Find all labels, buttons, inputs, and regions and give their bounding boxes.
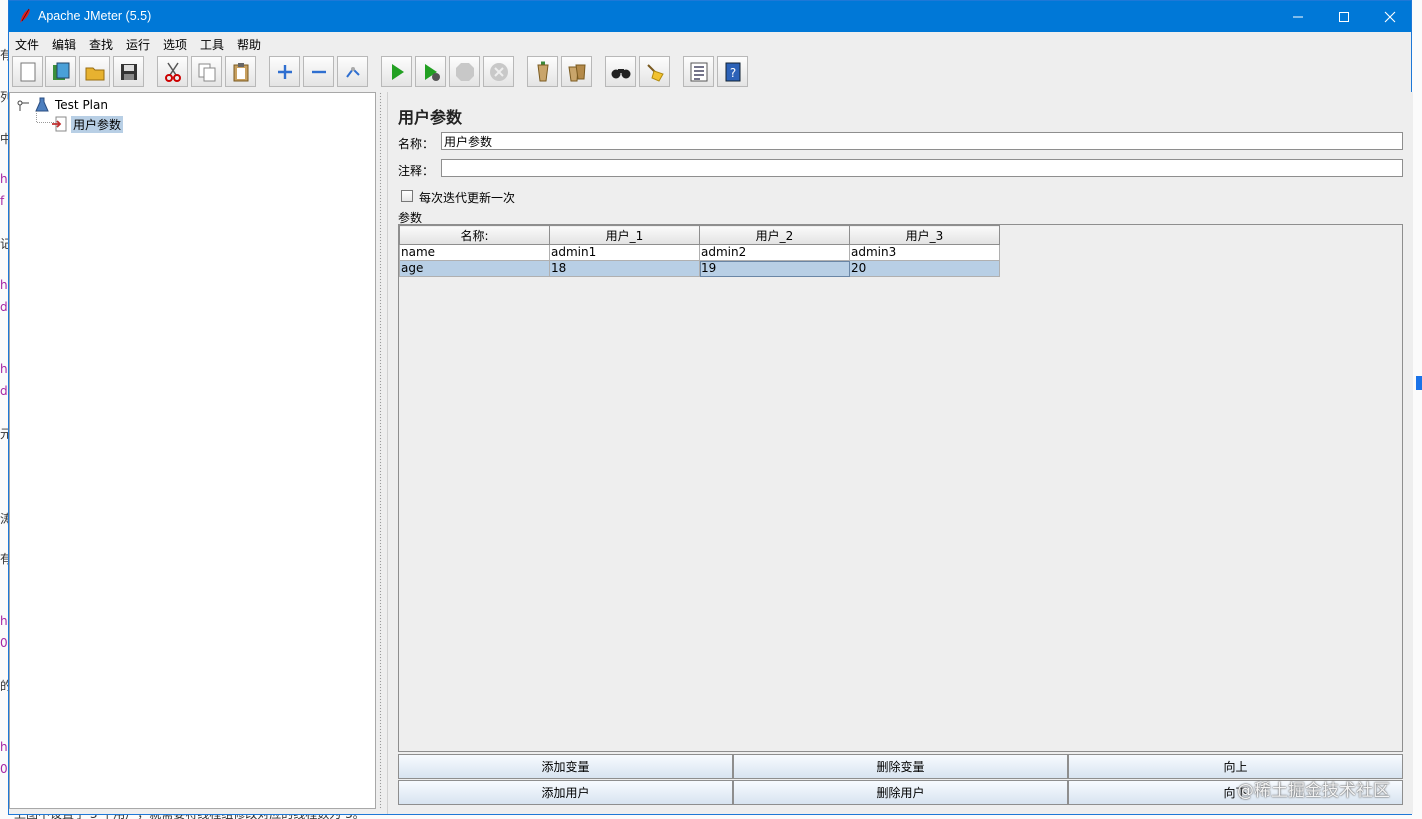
column-header-name[interactable]: 名称: [399, 225, 550, 245]
copy-button[interactable] [191, 56, 222, 87]
menu-tools[interactable]: 工具 [200, 36, 224, 53]
templates-button[interactable] [45, 56, 76, 87]
collapse-icon [311, 70, 326, 73]
parameters-grid: 名称: 用户_1 用户_2 用户_3 name admin1 admin2 ad… [399, 225, 1000, 277]
maximize-icon[interactable] [1321, 1, 1367, 32]
comment-field[interactable] [441, 159, 1403, 177]
tree-label-test-plan: Test Plan [55, 98, 108, 112]
tree-node-test-plan[interactable]: Test Plan [16, 97, 108, 113]
open-button[interactable] [79, 56, 110, 87]
add-variable-button[interactable]: 添加变量 [398, 754, 733, 779]
open-icon [85, 67, 104, 80]
function-helper-icon [690, 62, 707, 81]
menu-search[interactable]: 查找 [89, 36, 113, 53]
add-user-button[interactable]: 添加用户 [398, 780, 733, 805]
window-title: Apache JMeter (5.5) [38, 9, 152, 23]
clear-button[interactable] [527, 56, 558, 87]
menu-bar: 文件 编辑 查找 运行 选项 工具 帮助 [9, 32, 1411, 54]
help-button[interactable]: ? [717, 56, 748, 87]
expand-icon [277, 64, 292, 79]
reset-search-button[interactable] [639, 56, 670, 87]
tree-label-user-parameters: 用户参数 [71, 115, 124, 133]
stop-button[interactable] [449, 56, 480, 87]
shutdown-icon [489, 62, 508, 81]
shutdown-button[interactable] [483, 56, 514, 87]
clear-all-icon [567, 64, 586, 81]
table-cell[interactable]: admin3 [849, 244, 1000, 261]
table-cell[interactable]: name [399, 244, 550, 261]
expand-all-button[interactable] [269, 56, 300, 87]
collapse-all-button[interactable] [303, 56, 334, 87]
search-icon [611, 68, 630, 78]
cut-icon [164, 62, 181, 82]
test-plan-tree: Test Plan 用户参数 [9, 92, 376, 809]
paste-button[interactable] [225, 56, 256, 87]
start-no-pauses-icon [424, 63, 440, 81]
copy-icon [198, 63, 215, 81]
toolbar: ? [9, 54, 1411, 91]
start-no-pauses-button[interactable] [415, 56, 446, 87]
user-parameters-panel: 用户参数 名称： 注释： 每次迭代更新一次 参数 名称: 用户_1 用户_2 用… [387, 92, 1413, 814]
table-cell[interactable]: 18 [549, 260, 700, 277]
new-button[interactable] [12, 56, 43, 87]
menu-edit[interactable]: 编辑 [52, 36, 76, 53]
stop-icon [455, 62, 474, 81]
svg-text:?: ? [729, 66, 735, 80]
column-header-user-2[interactable]: 用户_2 [699, 225, 850, 245]
minimize-icon[interactable] [1275, 1, 1321, 32]
table-cell[interactable]: age [399, 260, 550, 277]
start-button[interactable] [381, 56, 412, 87]
menu-file[interactable]: 文件 [15, 36, 39, 53]
menu-help[interactable]: 帮助 [237, 36, 261, 53]
tree-handle-icon[interactable] [16, 98, 30, 112]
clear-icon [536, 61, 549, 81]
table-row[interactable]: name admin1 admin2 admin3 [399, 244, 1000, 261]
tree-node-user-parameters[interactable]: 用户参数 [52, 115, 124, 133]
toggle-icon [345, 66, 360, 78]
preprocessor-icon [52, 116, 67, 132]
cut-button[interactable] [157, 56, 188, 87]
table-cell[interactable]: admin2 [699, 244, 850, 261]
menu-options[interactable]: 选项 [163, 36, 187, 53]
paste-icon [233, 62, 248, 81]
comment-label: 注释： [398, 164, 435, 178]
reset-search-icon [646, 63, 664, 82]
clear-all-button[interactable] [561, 56, 592, 87]
table-row-selected[interactable]: age 18 19 20 [399, 260, 1000, 277]
jmeter-window: Apache JMeter (5.5) 文件 编辑 查找 运行 选项 工具 帮助 [8, 0, 1413, 815]
table-cell[interactable]: admin1 [549, 244, 700, 261]
watermark: @稀土掘金技术社区 [1237, 781, 1390, 801]
search-button[interactable] [605, 56, 636, 87]
parameters-table: 名称: 用户_1 用户_2 用户_3 name admin1 admin2 ad… [398, 224, 1403, 752]
column-header-user-3[interactable]: 用户_3 [849, 225, 1000, 245]
new-icon [20, 62, 35, 81]
save-button[interactable] [113, 56, 144, 87]
name-label: 名称： [398, 137, 435, 151]
title-bar[interactable]: Apache JMeter (5.5) [9, 1, 1411, 32]
menu-run[interactable]: 运行 [126, 36, 150, 53]
name-field[interactable] [441, 132, 1403, 150]
page-title: 用户参数 [398, 108, 463, 127]
save-icon [120, 63, 137, 80]
update-once-per-iteration-label: 每次迭代更新一次 [419, 191, 516, 205]
jmeter-feather-icon [20, 8, 30, 23]
panel-splitter[interactable] [376, 92, 385, 809]
column-header-user-1[interactable]: 用户_1 [549, 225, 700, 245]
close-icon[interactable] [1367, 1, 1413, 32]
background-page-right-edge [1412, 0, 1422, 819]
table-cell[interactable]: 20 [849, 260, 1000, 277]
toggle-button[interactable] [337, 56, 368, 87]
table-cell-focused[interactable]: 19 [699, 260, 850, 277]
help-icon: ? [725, 62, 740, 81]
start-icon [391, 63, 404, 80]
delete-variable-button[interactable]: 删除变量 [733, 754, 1068, 779]
delete-user-button[interactable]: 删除用户 [733, 780, 1068, 805]
update-once-per-iteration-checkbox[interactable] [401, 190, 413, 202]
function-helper-button[interactable] [683, 56, 714, 87]
templates-icon [52, 62, 69, 80]
